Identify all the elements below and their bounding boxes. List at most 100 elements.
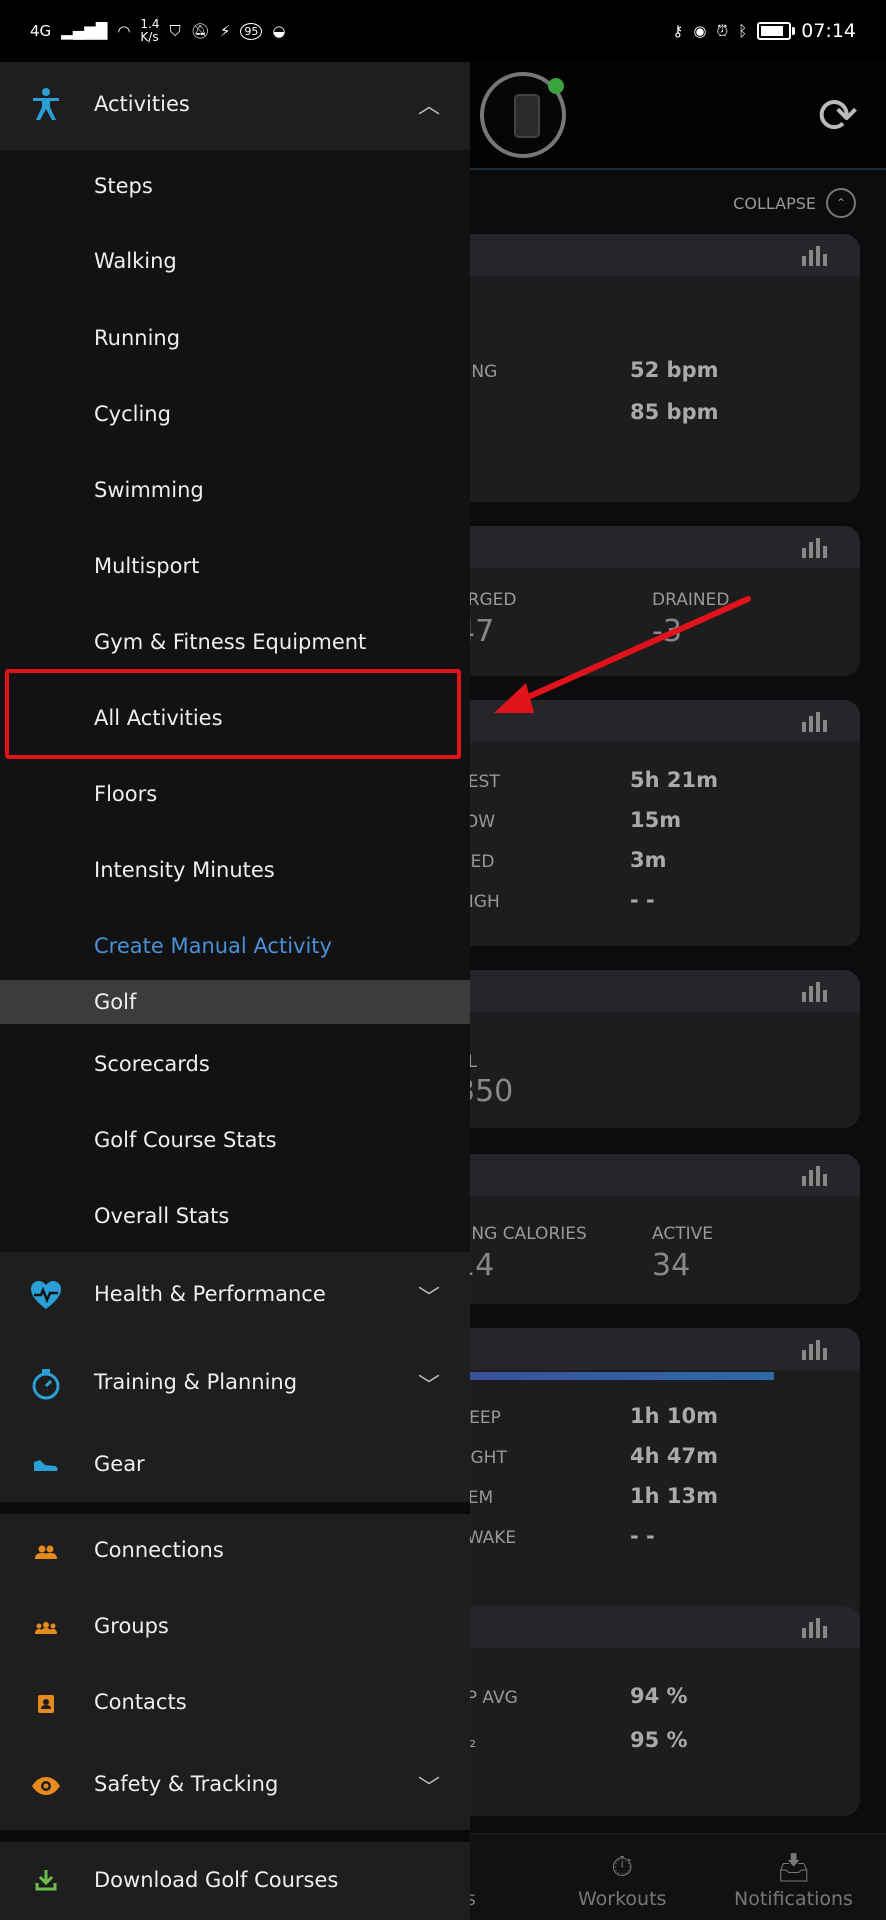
wifi-icon: ◠ xyxy=(117,21,131,40)
speed-text: 1.4 K/s xyxy=(140,16,160,44)
app-icon: ◒ xyxy=(272,21,286,40)
sleep-avg-value: 94 % xyxy=(630,1684,688,1708)
eye-icon: ◉ xyxy=(693,21,707,40)
bluetooth-icon: ᛒ xyxy=(738,21,748,40)
training-planning-label: Training & Planning xyxy=(94,1370,298,1394)
active-value: 34 xyxy=(652,1248,691,1283)
alarm-icon: ⏰︎ xyxy=(716,21,729,40)
chevron-up-icon: ︿ xyxy=(417,94,440,119)
menu-item-label: Steps xyxy=(94,174,153,198)
activity-person-icon xyxy=(30,88,62,120)
chevron-down-icon: ﹀ xyxy=(417,1286,440,1311)
heart-pulse-icon xyxy=(30,1280,62,1312)
low-value: 15m xyxy=(630,808,682,832)
gear-menu-item[interactable]: Gear xyxy=(0,1428,470,1502)
awake-value: - - xyxy=(630,1524,655,1548)
menu-item-label: Floors xyxy=(94,782,158,806)
menu-item-cycling[interactable]: Cycling xyxy=(0,375,470,450)
resting-calories-label: TING CALORIES xyxy=(456,1224,587,1244)
tab-notifications[interactable]: 📥︎ Notifications xyxy=(734,1851,853,1910)
bottom-tab-bar: s ⏱︎ Workouts 📥︎ Notifications xyxy=(456,1833,886,1920)
inbox-icon: 📥︎ xyxy=(775,1851,812,1884)
chart-icon[interactable] xyxy=(802,244,828,266)
menu-item-label: Walking xyxy=(94,249,177,273)
chart-icon[interactable] xyxy=(802,980,828,1002)
menu-item-running[interactable]: Running xyxy=(0,300,470,375)
pulse-ox-card[interactable]: EP AVG 94 % O₂ 95 % xyxy=(456,1606,860,1816)
menu-item-label: Multisport xyxy=(94,554,200,578)
menu-item-label: Intensity Minutes xyxy=(94,858,275,882)
chart-icon[interactable] xyxy=(802,1616,828,1638)
menu-item-intensity-minutes[interactable]: Intensity Minutes xyxy=(0,825,470,900)
high-value: 85 bpm xyxy=(630,400,719,424)
safety-tracking-label: Safety & Tracking xyxy=(94,1772,279,1796)
resting-value: 52 bpm xyxy=(630,358,719,382)
download-icon xyxy=(30,1864,62,1896)
health-performance-section[interactable]: Health & Performance ﹀ xyxy=(0,1252,470,1340)
collapse-button[interactable]: COLLAPSE ⌃ xyxy=(733,188,856,218)
divider xyxy=(0,1830,470,1842)
med-value: 3m xyxy=(630,848,667,872)
sync-icon[interactable]: ⟳ xyxy=(818,88,858,144)
calories-card[interactable]: TING CALORIES 14 ACTIVE 34 xyxy=(456,1154,860,1304)
training-planning-section[interactable]: Training & Planning ﹀ xyxy=(0,1340,470,1428)
safety-tracking-section[interactable]: Safety & Tracking ﹀ xyxy=(0,1742,470,1830)
menu-item-label: Golf Course Stats xyxy=(94,1128,277,1152)
connections-people-icon xyxy=(30,1536,62,1568)
menu-item-label: Cycling xyxy=(94,402,171,426)
o2-value: 95 % xyxy=(630,1728,688,1752)
eye-icon xyxy=(30,1770,62,1802)
high-value: - - xyxy=(630,888,655,912)
contacts-label: Contacts xyxy=(94,1690,187,1714)
red-arrow-annotation xyxy=(494,596,751,713)
notification-count-icon: 95 xyxy=(240,22,263,40)
create-manual-activity-link[interactable]: Create Manual Activity xyxy=(0,900,470,975)
golf-label: Golf xyxy=(94,990,137,1014)
battery-icon xyxy=(757,22,796,40)
divider xyxy=(0,1502,470,1514)
chart-icon[interactable] xyxy=(802,1338,828,1360)
groups-menu-item[interactable]: Groups xyxy=(0,1590,470,1666)
menu-item-swimming[interactable]: Swimming xyxy=(0,450,470,525)
rem-value: 1h 13m xyxy=(630,1484,718,1508)
stopwatch-icon: ⏱︎ xyxy=(611,1850,634,1883)
download-golf-courses-label: Download Golf Courses xyxy=(94,1868,339,1892)
menu-item-golf-course-stats[interactable]: Golf Course Stats xyxy=(0,1099,470,1174)
device-connected-dot xyxy=(548,78,564,94)
tab-workouts[interactable]: ⏱︎ Workouts xyxy=(578,1850,666,1910)
contacts-menu-item[interactable]: Contacts xyxy=(0,1666,470,1742)
chart-icon[interactable] xyxy=(802,710,828,732)
menu-item-multisport[interactable]: Multisport xyxy=(0,525,470,600)
chevron-up-icon: ⌃ xyxy=(826,188,856,218)
status-bar: 4G ▂▄▆█ ◠ 1.4 K/s ⛉ 🔕︎ ⚡︎ 95 ◒ ⚷ ◉ ⏰︎ ᛒ … xyxy=(0,0,886,62)
menu-item-label: Scorecards xyxy=(94,1052,210,1076)
heart-rate-card[interactable]: TING 52 bpm H 85 bpm xyxy=(456,234,860,502)
menu-item-label: Overall Stats xyxy=(94,1204,230,1228)
sleep-card[interactable]: DEEP 1h 10m LIGHT 4h 47m REM 1h 13m AWAK… xyxy=(456,1328,860,1644)
menu-item-walking[interactable]: Walking xyxy=(0,225,470,300)
cell-bars-icon: ▂▄▆█ xyxy=(61,21,108,40)
stopwatch-icon xyxy=(30,1368,62,1400)
navigation-drawer: Activities ︿ Steps Walking Running Cycli… xyxy=(0,62,470,1920)
chart-icon[interactable] xyxy=(802,536,828,558)
health-performance-label: Health & Performance xyxy=(94,1282,326,1306)
create-manual-activity-label: Create Manual Activity xyxy=(94,934,332,958)
menu-item-steps[interactable]: Steps xyxy=(0,150,470,225)
connections-menu-item[interactable]: Connections xyxy=(0,1514,470,1590)
sleep-bar xyxy=(456,1372,774,1380)
activities-section-header[interactable]: Activities ︿ xyxy=(0,62,470,150)
menu-item-floors[interactable]: Floors xyxy=(0,750,470,825)
shield-icon: ⛉ xyxy=(169,21,181,40)
light-value: 4h 47m xyxy=(630,1444,718,1468)
flash-icon: ⚡︎ xyxy=(219,21,231,40)
chevron-down-icon: ﹀ xyxy=(417,1374,440,1399)
shoe-icon xyxy=(30,1448,62,1480)
download-golf-courses-item[interactable]: Download Golf Courses xyxy=(0,1842,470,1920)
collapse-label: COLLAPSE xyxy=(733,193,816,213)
stress-card[interactable]: REST 5h 21m LOW 15m MED 3m HIGH - - xyxy=(456,700,860,946)
steps-card[interactable]: AL 350 xyxy=(456,970,860,1128)
menu-item-gym-fitness[interactable]: Gym & Fitness Equipment xyxy=(0,600,470,675)
menu-item-overall-stats[interactable]: Overall Stats xyxy=(0,1174,470,1249)
chart-icon[interactable] xyxy=(802,1164,828,1186)
menu-item-scorecards[interactable]: Scorecards xyxy=(0,1024,470,1099)
